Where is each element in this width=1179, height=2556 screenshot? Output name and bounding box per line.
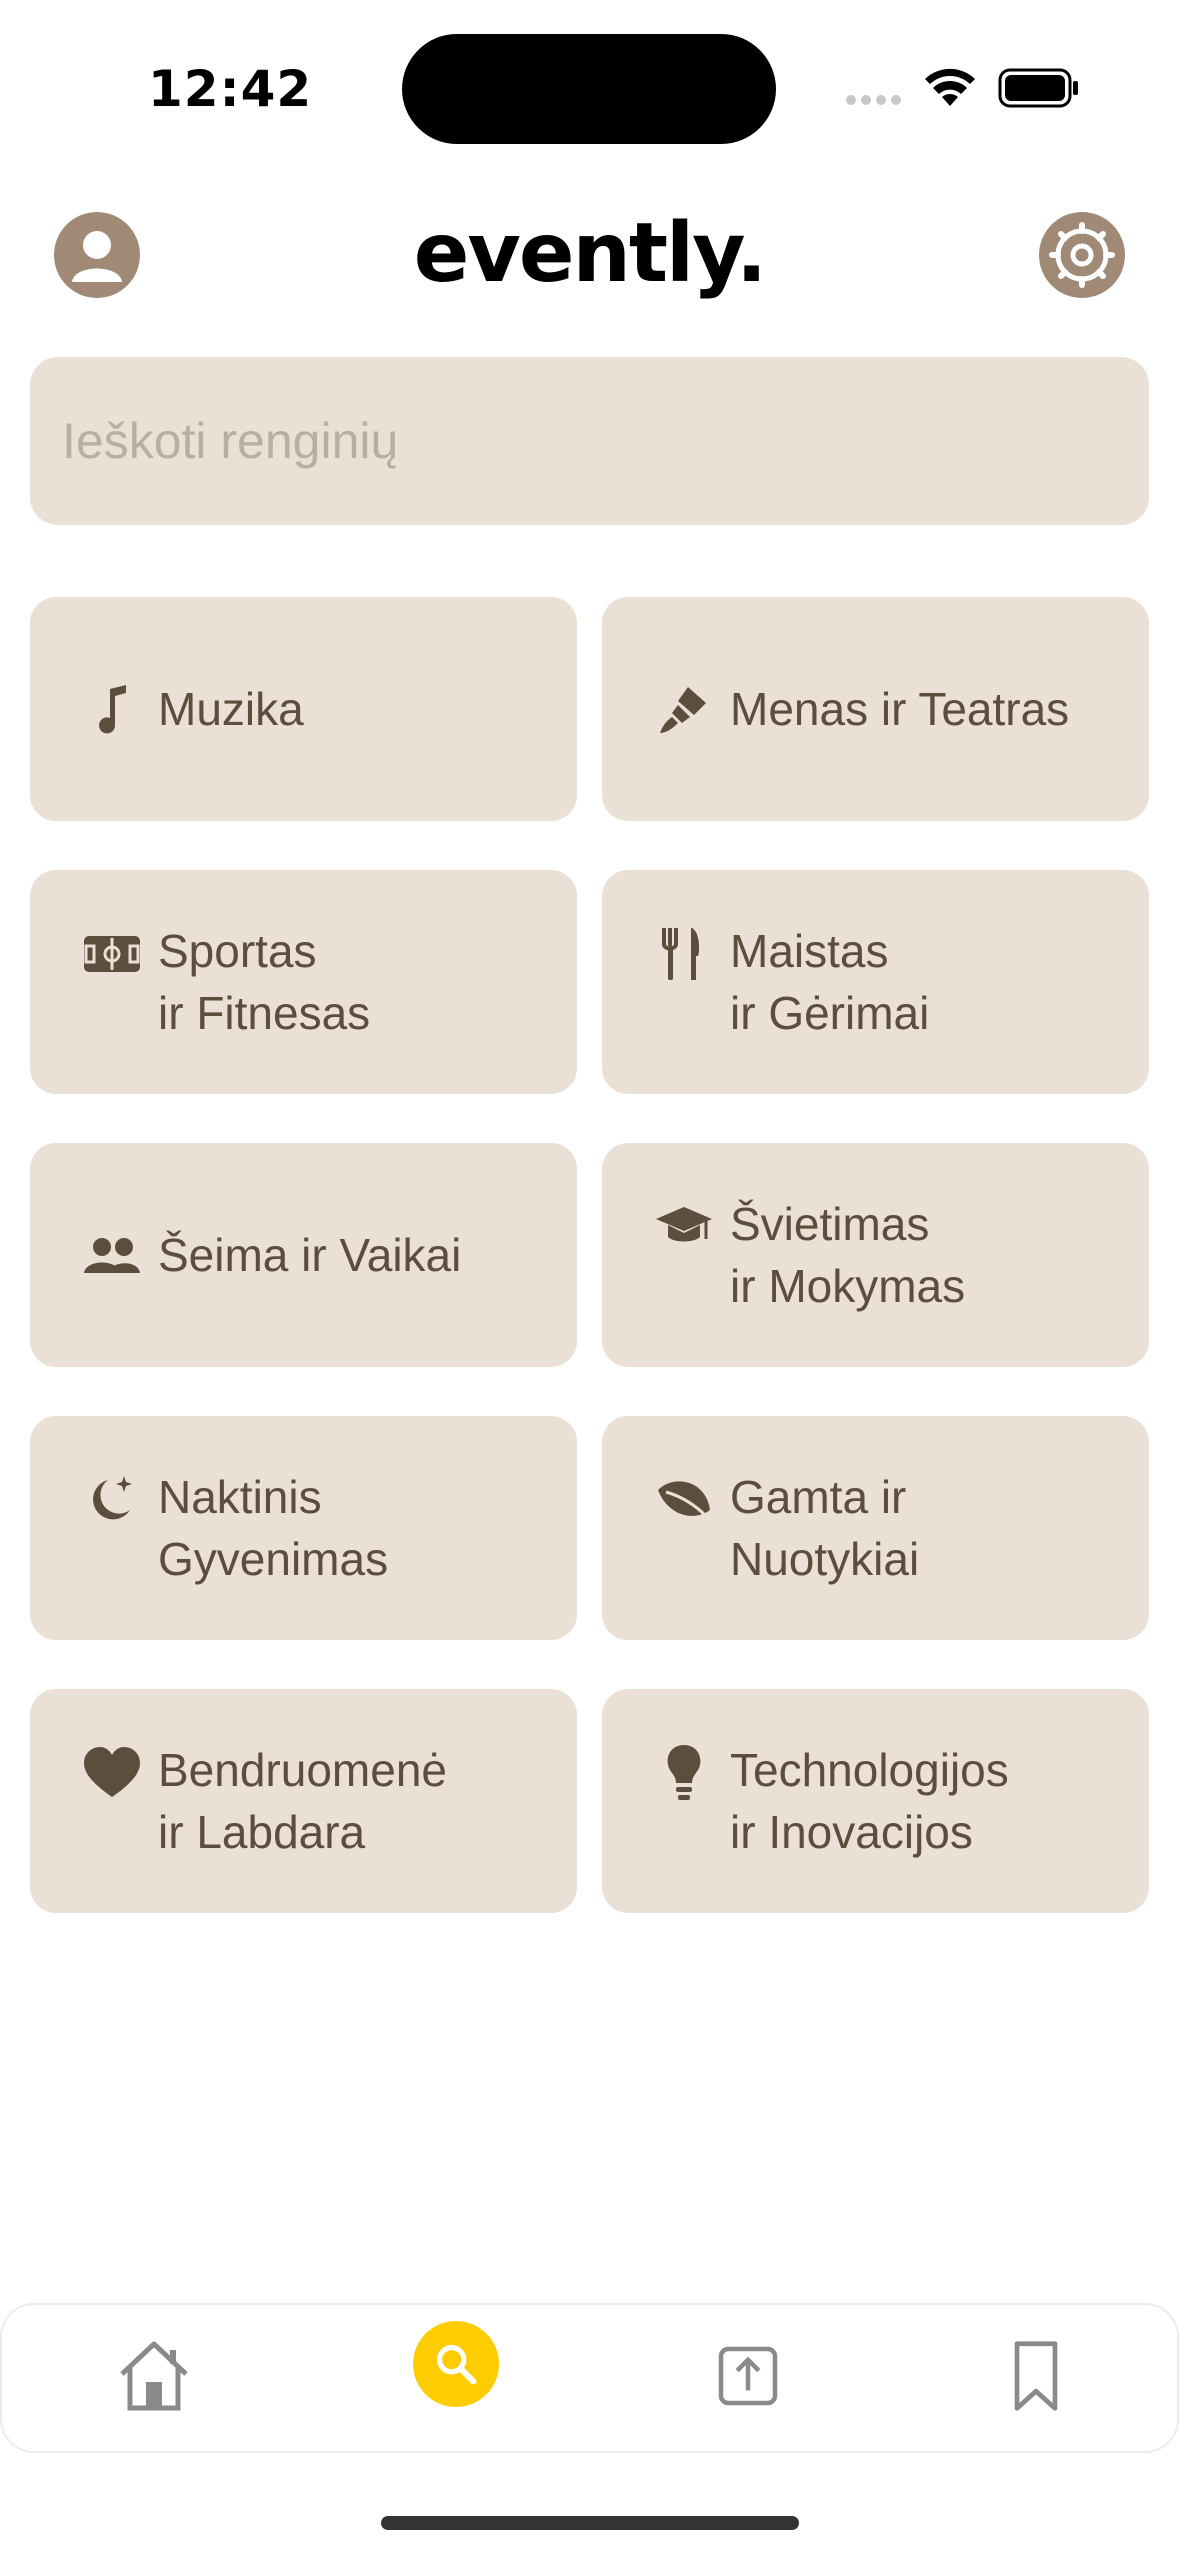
wifi-icon [925, 68, 975, 106]
category-card-bendruomene[interactable]: Bendruomenė ir Labdara [30, 1689, 577, 1913]
heart-icon [82, 1743, 142, 1803]
category-card-naktinis[interactable]: Naktinis Gyvenimas [30, 1416, 577, 1640]
search-bar[interactable] [30, 357, 1149, 525]
category-label: Technologijos ir Inovacijos [730, 1744, 1009, 1858]
category-card-technologijos[interactable]: Technologijos ir Inovacijos [602, 1689, 1149, 1913]
category-label: Švietimas ir Mokymas [730, 1198, 966, 1312]
moon-stars-icon [82, 1470, 142, 1530]
home-icon [120, 2341, 188, 2411]
category-label: Muzika [158, 683, 304, 735]
upload-icon [718, 2346, 778, 2406]
bookmark-icon [1014, 2341, 1058, 2411]
home-indicator [381, 2516, 799, 2530]
tab-bookmarks[interactable] [986, 2326, 1086, 2426]
category-label: Šeima ir Vaikai [158, 1229, 462, 1281]
category-label: Gamta ir Nuotykiai [730, 1471, 920, 1585]
category-card-gamta[interactable]: Gamta ir Nuotykiai [602, 1416, 1149, 1640]
status-time: 12:42 [148, 60, 313, 118]
paintbrush-icon [654, 679, 714, 739]
fork-knife-icon [654, 924, 714, 984]
settings-button[interactable] [1039, 212, 1125, 298]
dynamic-island [402, 34, 776, 144]
category-card-menas[interactable]: Menas ir Teatras [602, 597, 1149, 821]
gear-icon [1049, 222, 1115, 288]
category-label: Bendruomenė ir Labdara [158, 1744, 447, 1858]
graduation-cap-icon [654, 1197, 714, 1257]
people-icon [82, 1225, 142, 1285]
leaf-icon [654, 1470, 714, 1530]
tab-upload[interactable] [698, 2326, 798, 2426]
tab-search[interactable] [413, 2321, 499, 2407]
category-card-maistas[interactable]: Maistas ir Gėrimai [602, 870, 1149, 1094]
category-label: Menas ir Teatras [730, 683, 1070, 735]
search-icon [436, 2344, 477, 2385]
music-note-icon [82, 679, 142, 739]
search-input[interactable] [60, 411, 1119, 471]
category-card-muzika[interactable]: Muzika [30, 597, 577, 821]
app-title: evently. [413, 206, 767, 301]
battery-icon [998, 68, 1078, 108]
lightbulb-icon [654, 1743, 714, 1803]
category-card-svietimas[interactable]: Švietimas ir Mokymas [602, 1143, 1149, 1367]
category-label: Naktinis Gyvenimas [158, 1471, 389, 1585]
category-card-sportas[interactable]: Sportas ir Fitnesas [30, 870, 577, 1094]
category-label: Sportas ir Fitnesas [158, 925, 371, 1039]
cellular-signal-icon [846, 95, 901, 105]
sports-field-icon [82, 924, 142, 984]
category-card-seima[interactable]: Šeima ir Vaikai [30, 1143, 577, 1367]
tab-home[interactable] [104, 2326, 204, 2426]
category-label: Maistas ir Gėrimai [730, 925, 930, 1039]
